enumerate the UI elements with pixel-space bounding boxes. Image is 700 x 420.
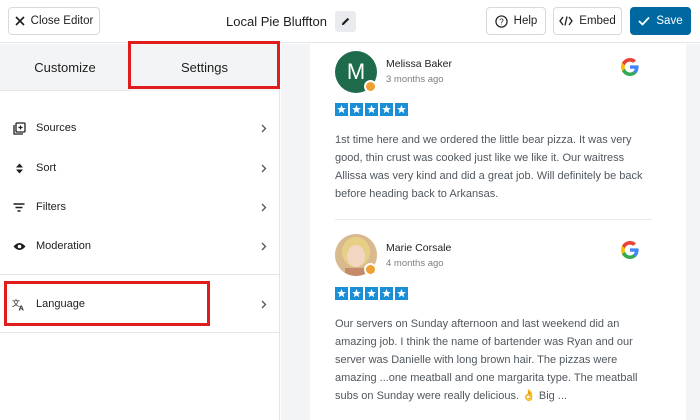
review-time: 4 months ago	[386, 258, 444, 269]
menu-divider	[0, 274, 279, 275]
review-author: Marie Corsale	[386, 242, 452, 254]
menu-item-sort-label: Sort	[36, 162, 57, 174]
tab-customize[interactable]: Customize	[0, 44, 130, 91]
chevron-right-icon	[261, 300, 267, 308]
check-icon	[638, 16, 651, 26]
star-icon	[350, 103, 363, 116]
menu-item-language[interactable]: 文A Language	[0, 284, 279, 324]
star-rating	[335, 103, 408, 116]
star-icon	[350, 287, 363, 300]
review-time: 3 months ago	[386, 74, 444, 85]
google-icon	[621, 58, 639, 76]
review-author: Melissa Baker	[386, 58, 452, 70]
google-icon	[621, 241, 639, 259]
pencil-icon	[341, 17, 350, 25]
page-title-group: Local Pie Bluffton	[226, 10, 356, 32]
star-icon	[365, 287, 378, 300]
embed-label: Embed	[579, 15, 616, 27]
tab-settings-label: Settings	[181, 60, 228, 75]
star-icon	[335, 103, 348, 116]
menu-item-moderation-label: Moderation	[36, 240, 92, 252]
top-bar: Close Editor Local Pie Bluffton ? Help E…	[0, 0, 700, 43]
embed-button[interactable]: Embed	[553, 7, 622, 35]
menu-item-sort[interactable]: Sort	[0, 148, 279, 188]
help-label: Help	[513, 15, 538, 27]
chevron-right-icon	[261, 164, 267, 172]
tab-bar: Customize Settings	[0, 44, 279, 91]
page-title: Local Pie Bluffton	[226, 13, 327, 29]
close-icon	[15, 16, 25, 26]
tab-customize-label: Customize	[34, 60, 96, 75]
menu-item-sources-label: Sources	[36, 122, 77, 134]
chevron-right-icon	[261, 242, 267, 250]
sources-icon	[12, 121, 26, 135]
translate-icon: 文A	[12, 298, 26, 311]
menu-item-sources[interactable]: Sources	[0, 108, 279, 148]
reviewer-badge-icon	[364, 80, 377, 93]
close-editor-button[interactable]: Close Editor	[8, 7, 100, 35]
star-icon	[380, 287, 393, 300]
review-text: 1st time here and we ordered the little …	[335, 134, 643, 200]
sort-icon	[12, 163, 26, 174]
review-divider	[335, 219, 652, 220]
menu-item-language-label: Language	[36, 298, 85, 310]
help-button[interactable]: ? Help	[486, 7, 546, 35]
star-icon	[335, 287, 348, 300]
reviews-feed[interactable]: M Melissa Baker 3 months ago 1st time he…	[310, 44, 686, 420]
filter-icon	[12, 202, 26, 212]
avatar-initial: M	[346, 59, 366, 84]
settings-panel: Customize Settings Sources Sort Filters …	[0, 41, 280, 420]
review-text: Our servers on Sunday afternoon and last…	[335, 318, 638, 402]
star-icon	[395, 103, 408, 116]
menu-item-moderation[interactable]: Moderation	[0, 226, 279, 266]
svg-text:?: ?	[499, 16, 504, 26]
reviewer-badge-icon	[364, 263, 377, 276]
svg-text:A: A	[19, 303, 25, 311]
menu-item-filters-label: Filters	[36, 201, 66, 213]
save-label: Save	[656, 15, 683, 27]
question-icon: ?	[494, 14, 508, 28]
save-button[interactable]: Save	[630, 7, 691, 35]
chevron-right-icon	[261, 124, 267, 132]
eye-icon	[12, 242, 26, 251]
edit-title-button[interactable]	[334, 10, 356, 32]
star-icon	[365, 103, 378, 116]
preview-panel: M Melissa Baker 3 months ago 1st time he…	[281, 44, 700, 420]
menu-item-filters[interactable]: Filters	[0, 187, 279, 227]
code-icon	[559, 16, 574, 26]
star-icon	[380, 103, 393, 116]
star-rating	[335, 287, 408, 300]
tab-settings[interactable]: Settings	[130, 44, 279, 91]
close-editor-label: Close Editor	[30, 15, 94, 27]
chevron-right-icon	[261, 203, 267, 211]
star-icon	[395, 287, 408, 300]
menu-divider	[0, 332, 279, 333]
